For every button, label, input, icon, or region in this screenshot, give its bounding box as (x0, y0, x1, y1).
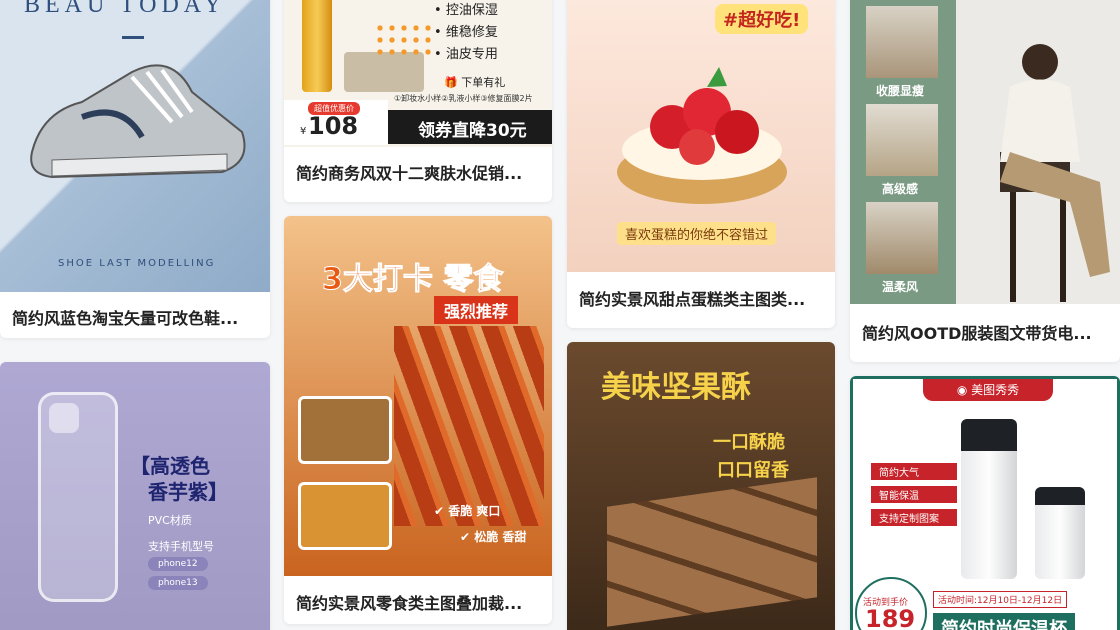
card-title[interactable]: 简约实景风零食类主图叠加裁... (296, 590, 544, 614)
phone-case-image (38, 392, 118, 602)
feature-tag: 简约大气 (871, 463, 957, 480)
card-title[interactable]: 简约实景风甜点蛋糕类主图类... (579, 286, 827, 310)
brand-underline (122, 36, 144, 39)
card-thumbnail[interactable]: 3大打卡 零食 强烈推荐 ✔ 香脆 爽口 ✔ 松脆 香甜 (284, 216, 552, 576)
support-text: 支持手机型号 (148, 540, 214, 553)
heading-line1: 【高透色 (130, 454, 210, 478)
berries (374, 22, 434, 56)
template-card-thermos[interactable]: ◉ 美图秀秀 简约大气 智能保温 支持定制图案 活动到手价 189 活动时间:1… (850, 376, 1120, 630)
price-value: 108 (308, 112, 359, 140)
model-pill-2: phone13 (148, 576, 208, 590)
inset-snack-2 (298, 482, 392, 550)
slogan-text: 喜欢蛋糕的你绝不容错过 (617, 222, 777, 245)
brand-icon: ◉ (956, 383, 972, 397)
label-3: 温柔风 (882, 280, 919, 294)
template-card-cake[interactable]: #超好吃! 喜欢蛋糕的你绝不容错过 简约实景风甜点蛋糕类主图类... (567, 0, 835, 328)
brand-name: 美图秀秀 (971, 383, 1020, 397)
headline: 美味坚果酥 (601, 370, 751, 405)
template-card-snacks[interactable]: 3大打卡 零食 强烈推荐 ✔ 香脆 爽口 ✔ 松脆 香甜 简约实景风零食类主图叠… (284, 216, 552, 624)
brand-title: BEAU TODAY (24, 0, 227, 18)
sub-banner: 强烈推荐 (434, 296, 519, 324)
bullet-item: • 油皮专用 (434, 47, 498, 62)
model-pill-1: phone12 (148, 557, 208, 571)
thermos-large (961, 419, 1017, 579)
headline-a: 3大打卡 (322, 262, 434, 298)
bullet-item: • 控油保湿 (434, 3, 498, 18)
card-thumbnail[interactable]: 美味坚果酥 一口酥脆 口口留香 (567, 342, 835, 630)
thumb-2 (866, 104, 938, 176)
bullet-list: • 控油保湿 • 维稳修复 • 油皮专用 (434, 0, 498, 66)
template-card-shoe[interactable]: BEAU TODAY SHOE LAST MODELLING 简约风蓝色淘宝矢量… (0, 0, 270, 338)
inset-snack-1 (298, 396, 392, 464)
feature-tag: 支持定制图案 (871, 509, 957, 526)
card-thumbnail[interactable]: ◉ 美图秀秀 简约大气 智能保温 支持定制图案 活动到手价 189 活动时间:1… (850, 376, 1120, 630)
template-card-phonecase[interactable]: 【高透色 香芋紫】 PVC材质 支持手机型号 phone12 phone13 (0, 362, 270, 630)
price-symbol: ¥ (300, 126, 307, 137)
card-title[interactable]: 简约商务风双十二爽肤水促销... (296, 160, 544, 184)
bullet-item: • 维稳修复 (434, 25, 498, 40)
thumb-3 (866, 202, 938, 274)
product-scene (344, 52, 424, 92)
card-title[interactable]: 简约风蓝色淘宝矢量可改色鞋... (12, 305, 262, 329)
card-thumbnail[interactable]: 【高透色 香芋紫】 PVC材质 支持手机型号 phone12 phone13 (0, 362, 270, 630)
card-thumbnail[interactable]: • 控油保湿 • 维稳修复 • 油皮专用 🎁 下单有礼 ①卸妆水小样②乳液小样③… (284, 0, 552, 147)
material-text: PVC材质 (148, 514, 192, 527)
caption-text: SHOE LAST MODELLING (58, 258, 216, 269)
thumb-1 (866, 6, 938, 78)
sub-line2: 口口留香 (717, 460, 789, 481)
check-icon: ✔ (460, 530, 475, 544)
coupon-text: 领券直降30元 (418, 121, 527, 141)
promo-price: 189 (865, 605, 916, 630)
card-title[interactable]: 简约风OOTD服装图文带货电... (862, 320, 1112, 344)
tag-badge: #超好吃! (715, 4, 809, 34)
card-thumbnail[interactable]: #超好吃! 喜欢蛋糕的你绝不容错过 (567, 0, 835, 272)
coupon-banner: 领券直降30元 (388, 110, 552, 144)
template-card-nuts[interactable]: 美味坚果酥 一口酥脆 口口留香 (567, 342, 835, 630)
headline: 3大打卡 零食 (322, 254, 504, 298)
shoe-image (22, 42, 252, 192)
headline-b: 零食 (443, 262, 504, 298)
feature-tag-2: ✔ 松脆 香甜 (460, 530, 527, 544)
gift-label: 🎁 下单有礼 (444, 76, 506, 89)
side-panel: 收腰显瘦 高级感 温柔风 (850, 0, 956, 304)
promo-time: 活动时间:12月10日-12月12日 (933, 591, 1068, 608)
template-card-ootd[interactable]: 收腰显瘦 高级感 温柔风 简约风OOTD服装图文带货电... (850, 0, 1120, 362)
cake-image (607, 52, 797, 212)
check-icon: ✔ (434, 504, 449, 518)
snack-sticks (394, 326, 544, 526)
feature-tag: 智能保温 (871, 486, 957, 503)
template-grid: BEAU TODAY SHOE LAST MODELLING 简约风蓝色淘宝矢量… (0, 0, 1120, 630)
card-thumbnail[interactable]: 收腰显瘦 高级感 温柔风 (850, 0, 1120, 304)
gift-note: ①卸妆水小样②乳液小样③修复面膜2片 (394, 94, 533, 103)
brand-banner: ◉ 美图秀秀 (923, 379, 1053, 401)
model-image (970, 32, 1120, 304)
thermos-small (1035, 487, 1085, 579)
feature-tag-1: ✔ 香脆 爽口 (434, 504, 501, 518)
label-2: 高级感 (882, 182, 919, 196)
label-1: 收腰显瘦 (876, 84, 925, 98)
gift-icon: 🎁 (444, 76, 458, 89)
bottle-image (302, 0, 332, 92)
nut-bars (607, 477, 817, 627)
template-card-toner[interactable]: • 控油保湿 • 维稳修复 • 油皮专用 🎁 下单有礼 ①卸妆水小样②乳液小样③… (284, 0, 552, 202)
heading-line2: 香芋紫】 (148, 480, 228, 504)
sub-line1: 一口酥脆 (713, 432, 785, 453)
camera-module (49, 403, 79, 433)
feature-tags: 简约大气 智能保温 支持定制图案 (871, 463, 957, 526)
product-name: 简约时尚保温杯 (933, 613, 1075, 630)
price-badge: 超值优惠价 ¥ 108 (284, 100, 388, 145)
card-thumbnail[interactable]: BEAU TODAY SHOE LAST MODELLING (0, 0, 270, 292)
promo-badge: 活动到手价 189 (855, 577, 927, 630)
